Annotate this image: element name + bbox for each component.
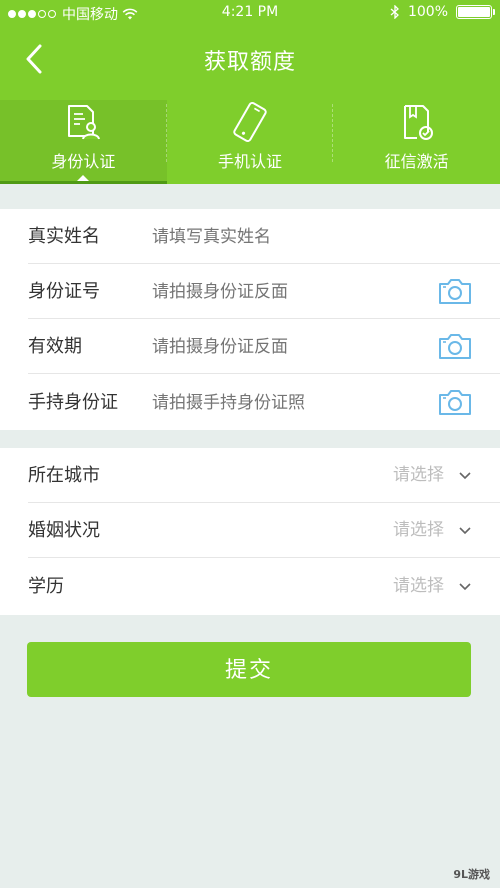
education-row[interactable]: 学历 请选择 (0, 559, 500, 614)
bluetooth-icon (390, 5, 399, 19)
mobile-phone-icon (233, 102, 267, 142)
battery-icon (456, 5, 495, 19)
header-bar: 中国移动 4:21 PM 100% 获取额度 身份认证 手机认证 征信激活 (0, 0, 500, 184)
tab-credit[interactable]: 征信激活 (333, 100, 500, 184)
handheld-id-label: 手持身份证 (28, 392, 118, 413)
status-right: 100% (390, 4, 495, 20)
watermark-logo: 9L游戏 (453, 868, 490, 881)
row-divider (28, 373, 500, 374)
handheld-id-input[interactable] (152, 375, 422, 430)
camera-icon[interactable] (438, 277, 472, 305)
tab-identity[interactable]: 身份认证 (0, 100, 167, 184)
battery-percent: 100% (407, 4, 448, 20)
validity-row: 有效期 (0, 319, 500, 374)
row-divider (28, 557, 500, 558)
submit-button[interactable]: 提交 (27, 642, 471, 697)
handheld-id-row: 手持身份证 (0, 375, 500, 430)
credit-report-icon (403, 105, 433, 140)
education-label: 学历 (28, 576, 64, 597)
marital-status-select[interactable]: 请选择 (393, 503, 444, 558)
id-number-label: 身份证号 (28, 281, 100, 302)
camera-icon[interactable] (438, 388, 472, 416)
chevron-down-icon[interactable] (458, 525, 472, 535)
tab-label: 手机认证 (217, 152, 282, 171)
id-number-input[interactable] (152, 264, 422, 319)
auth-tabs: 身份认证 手机认证 征信激活 (0, 100, 500, 184)
city-select[interactable]: 请选择 (393, 448, 444, 503)
name-label: 真实姓名 (28, 226, 100, 247)
id-number-row: 身份证号 (0, 264, 500, 319)
name-row: 真实姓名 (0, 209, 500, 264)
chevron-down-icon[interactable] (458, 581, 472, 591)
status-bar: 中国移动 4:21 PM 100% (0, 0, 500, 24)
identity-form: 真实姓名 身份证号 有效期 手持身份证 (0, 209, 500, 430)
id-document-icon (68, 105, 101, 140)
education-select[interactable]: 请选择 (393, 559, 444, 614)
name-input[interactable] (152, 209, 422, 264)
profile-form: 所在城市 请选择 婚姻状况 请选择 学历 请选择 (0, 448, 500, 615)
tab-phone[interactable]: 手机认证 (167, 100, 334, 184)
city-row[interactable]: 所在城市 请选择 (0, 448, 500, 503)
validity-label: 有效期 (28, 336, 82, 357)
tab-label: 身份认证 (51, 152, 116, 171)
page-title: 获取额度 (203, 50, 296, 75)
camera-icon[interactable] (438, 332, 472, 360)
validity-input[interactable] (152, 319, 422, 374)
chevron-down-icon[interactable] (458, 470, 472, 480)
city-label: 所在城市 (28, 465, 100, 486)
marital-status-row[interactable]: 婚姻状况 请选择 (0, 503, 500, 558)
marital-status-label: 婚姻状况 (28, 520, 100, 541)
tab-label: 征信激活 (384, 152, 449, 171)
